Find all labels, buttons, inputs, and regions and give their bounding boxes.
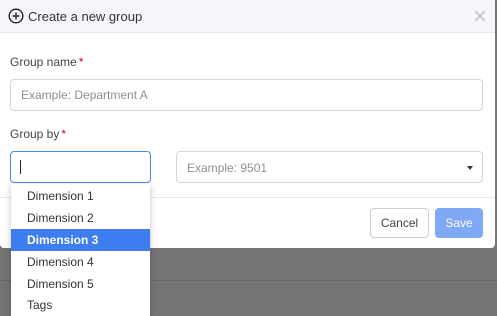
group-name-input[interactable] [10, 79, 483, 111]
save-button[interactable]: Save [435, 208, 483, 238]
dialog-title: Create a new group [28, 9, 143, 24]
plus-circle-icon [8, 8, 24, 24]
dialog-header: Create a new group [0, 0, 495, 33]
group-name-label-text: Group name [10, 55, 77, 69]
group-name-label: Group name * [10, 55, 83, 69]
group-value-select[interactable]: Example: 9501 [176, 151, 483, 183]
group-by-dropdown: Dimension 1 Dimension 2 Dimension 3 Dime… [11, 184, 150, 316]
option-tags[interactable]: Tags [11, 294, 150, 316]
required-star: * [61, 127, 67, 141]
option-dimension-4[interactable]: Dimension 4 [11, 251, 150, 273]
group-value-placeholder: Example: 9501 [187, 161, 268, 175]
required-star: * [78, 55, 84, 69]
option-dimension-3[interactable]: Dimension 3 [11, 229, 150, 251]
dropdown-arrow-icon [467, 166, 473, 170]
cancel-button[interactable]: Cancel [370, 208, 429, 238]
group-by-label: Group by * [10, 127, 66, 141]
option-dimension-2[interactable]: Dimension 2 [11, 207, 150, 229]
option-dimension-5[interactable]: Dimension 5 [11, 273, 150, 295]
group-by-label-text: Group by [10, 127, 60, 141]
group-by-input[interactable] [10, 151, 151, 183]
text-cursor [20, 160, 21, 174]
option-dimension-1[interactable]: Dimension 1 [11, 185, 150, 207]
close-icon[interactable] [474, 10, 486, 22]
